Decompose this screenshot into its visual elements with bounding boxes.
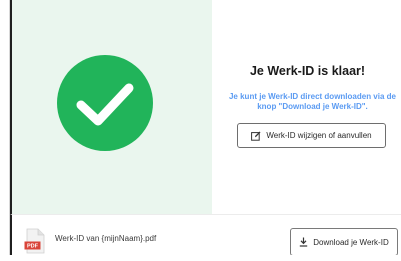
left-frame [0, 0, 10, 261]
message-panel: Je Werk-ID is klaar! Je kunt je Werk-ID … [212, 0, 401, 214]
file-name: Werk-ID van {mijnNaam}.pdf [55, 234, 157, 243]
edit-werk-id-button[interactable]: Werk-ID wijzigen of aanvullen [237, 123, 386, 148]
pdf-file-icon: PDF [24, 228, 45, 254]
success-card: Je Werk-ID is klaar! Je kunt je Werk-ID … [10, 0, 401, 214]
check-circle-icon [57, 55, 153, 151]
download-werk-id-button[interactable]: Download je Werk-ID [290, 228, 398, 256]
success-illustration-panel [12, 0, 212, 214]
success-subtitle: Je kunt je Werk-ID direct downloaden via… [228, 92, 396, 111]
bottom-frame [0, 255, 401, 261]
download-icon [300, 237, 308, 247]
checkmark-icon [76, 83, 134, 126]
download-button-label: Download je Werk-ID [313, 237, 389, 247]
edit-icon [251, 131, 261, 141]
file-bar: PDF Werk-ID van {mijnNaam}.pdf Download … [10, 214, 401, 261]
success-title: Je Werk-ID is klaar! [249, 64, 366, 78]
pdf-icon-text: PDF [27, 244, 39, 250]
edit-button-label: Werk-ID wijzigen of aanvullen [266, 131, 372, 140]
